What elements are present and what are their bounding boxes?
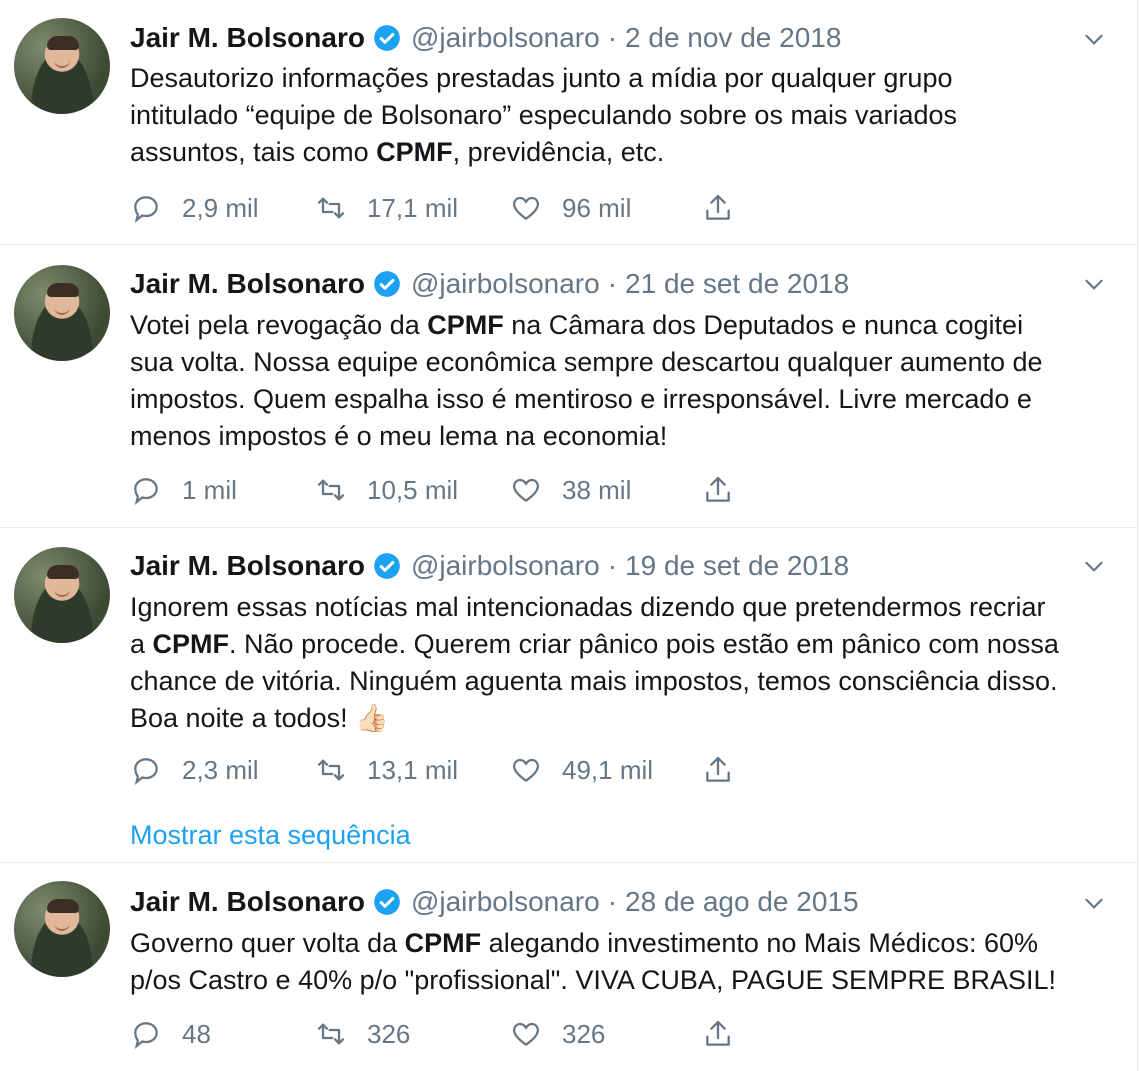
share-icon (706, 476, 730, 502)
author-handle[interactable]: @jairbolsonaro (411, 22, 600, 54)
like-count: 326 (562, 1018, 606, 1049)
tweet-date[interactable]: 19 de set de 2018 (625, 550, 849, 582)
like-button[interactable]: 326 (510, 1014, 605, 1054)
chevron-down-icon[interactable] (1081, 26, 1107, 52)
separator-dot: · (607, 268, 618, 299)
tweet-date[interactable]: 21 de set de 2018 (625, 268, 849, 300)
tweet-text: Ignorem essas notícias mal intencionadas… (130, 592, 1059, 733)
tweet-header: Jair M. Bolsonaro @jairbolsonaro · 2 de … (130, 22, 841, 54)
reply-icon (134, 196, 158, 223)
retweet-count: 13,1 mil (367, 754, 459, 785)
share-button[interactable] (702, 750, 754, 790)
verified-badge-icon (374, 889, 400, 915)
author-handle[interactable]: @jairbolsonaro (411, 886, 600, 918)
avatar[interactable] (14, 18, 110, 114)
heart-icon (513, 758, 539, 783)
author-handle[interactable]: @jairbolsonaro (411, 550, 600, 582)
retweet-count: 326 (367, 1018, 411, 1049)
separator-dot: · (607, 886, 618, 917)
reply-icon (134, 478, 158, 505)
chevron-down-icon[interactable] (1081, 890, 1107, 916)
retweet-icon (317, 197, 345, 219)
separator-dot: · (607, 550, 618, 581)
tweet-date[interactable]: 2 de nov de 2018 (625, 22, 841, 54)
tweet-text: Votei pela revogação da CPMF na Câmara d… (130, 310, 1043, 451)
reply-button[interactable]: 2,3 mil (130, 750, 259, 790)
show-thread-link[interactable]: Mostrar esta sequência (130, 820, 411, 851)
chevron-down-icon[interactable] (1081, 271, 1107, 297)
retweet-icon (317, 1023, 345, 1045)
reply-button[interactable]: 48 (130, 1014, 211, 1054)
verified-badge-icon (374, 271, 400, 297)
share-icon (706, 194, 730, 220)
tweet-feed: Jair M. Bolsonaro @jairbolsonaro · 2 de … (0, 0, 1140, 1071)
retweet-button[interactable]: 17,1 mil (315, 188, 458, 228)
retweet-count: 10,5 mil (367, 474, 459, 505)
tweet-header: Jair M. Bolsonaro @jairbolsonaro · 28 de… (130, 886, 859, 918)
retweet-icon (317, 759, 345, 781)
retweet-count: 17,1 mil (367, 192, 459, 223)
share-button[interactable] (702, 1014, 754, 1054)
like-button[interactable]: 38 mil (510, 470, 631, 510)
tweet-text: Governo quer volta da CPMF alegando inve… (130, 928, 1057, 995)
author-name[interactable]: Jair M. Bolsonaro (130, 886, 365, 918)
avatar[interactable] (14, 265, 110, 361)
separator-dot: · (607, 22, 618, 53)
reply-count: 2,3 mil (182, 754, 259, 785)
tweet-actions: 2,3 mil 13,1 mil 49,1 mil (130, 750, 770, 790)
tweet-text: Desautorizo informações prestadas junto … (130, 63, 958, 167)
like-button[interactable]: 96 mil (510, 188, 631, 228)
author-name[interactable]: Jair M. Bolsonaro (130, 268, 365, 300)
tweet-4[interactable]: Jair M. Bolsonaro @jairbolsonaro · 28 de… (0, 863, 1138, 1071)
author-name[interactable]: Jair M. Bolsonaro (130, 550, 365, 582)
share-icon (706, 756, 730, 782)
retweet-icon (317, 479, 345, 501)
author-handle[interactable]: @jairbolsonaro (411, 268, 600, 300)
heart-icon (513, 478, 539, 503)
avatar[interactable] (14, 547, 110, 643)
verified-badge-icon (374, 25, 400, 51)
share-icon (706, 1020, 730, 1046)
reply-button[interactable]: 1 mil (130, 470, 237, 510)
tweet-header: Jair M. Bolsonaro @jairbolsonaro · 19 de… (130, 550, 849, 582)
reply-icon (134, 1022, 158, 1049)
chevron-down-icon[interactable] (1081, 553, 1107, 579)
reply-count: 2,9 mil (182, 192, 259, 223)
avatar[interactable] (14, 881, 110, 977)
reply-button[interactable]: 2,9 mil (130, 188, 259, 228)
tweet-actions: 1 mil 10,5 mil 38 mil (130, 470, 770, 510)
tweet-date[interactable]: 28 de ago de 2015 (625, 886, 859, 918)
like-count: 38 mil (562, 474, 632, 505)
share-button[interactable] (702, 470, 754, 510)
tweet-3[interactable]: Jair M. Bolsonaro @jairbolsonaro · 19 de… (0, 528, 1138, 863)
heart-icon (513, 1022, 539, 1047)
verified-badge-icon (374, 553, 400, 579)
tweet-actions: 2,9 mil 17,1 mil 96 mil (130, 188, 770, 228)
tweet-actions: 48 326 326 (130, 1014, 770, 1054)
like-button[interactable]: 49,1 mil (510, 750, 653, 790)
tweet-2[interactable]: Jair M. Bolsonaro @jairbolsonaro · 21 de… (0, 245, 1138, 528)
tweet-1[interactable]: Jair M. Bolsonaro @jairbolsonaro · 2 de … (0, 0, 1138, 245)
share-button[interactable] (702, 188, 754, 228)
author-name[interactable]: Jair M. Bolsonaro (130, 22, 365, 54)
reply-count: 48 (182, 1018, 211, 1049)
heart-icon (513, 196, 539, 221)
like-count: 96 mil (562, 192, 632, 223)
retweet-button[interactable]: 326 (315, 1014, 410, 1054)
reply-count: 1 mil (182, 474, 237, 505)
like-count: 49,1 mil (562, 754, 654, 785)
reply-icon (134, 758, 158, 785)
tweet-header: Jair M. Bolsonaro @jairbolsonaro · 21 de… (130, 268, 849, 300)
retweet-button[interactable]: 13,1 mil (315, 750, 458, 790)
retweet-button[interactable]: 10,5 mil (315, 470, 458, 510)
